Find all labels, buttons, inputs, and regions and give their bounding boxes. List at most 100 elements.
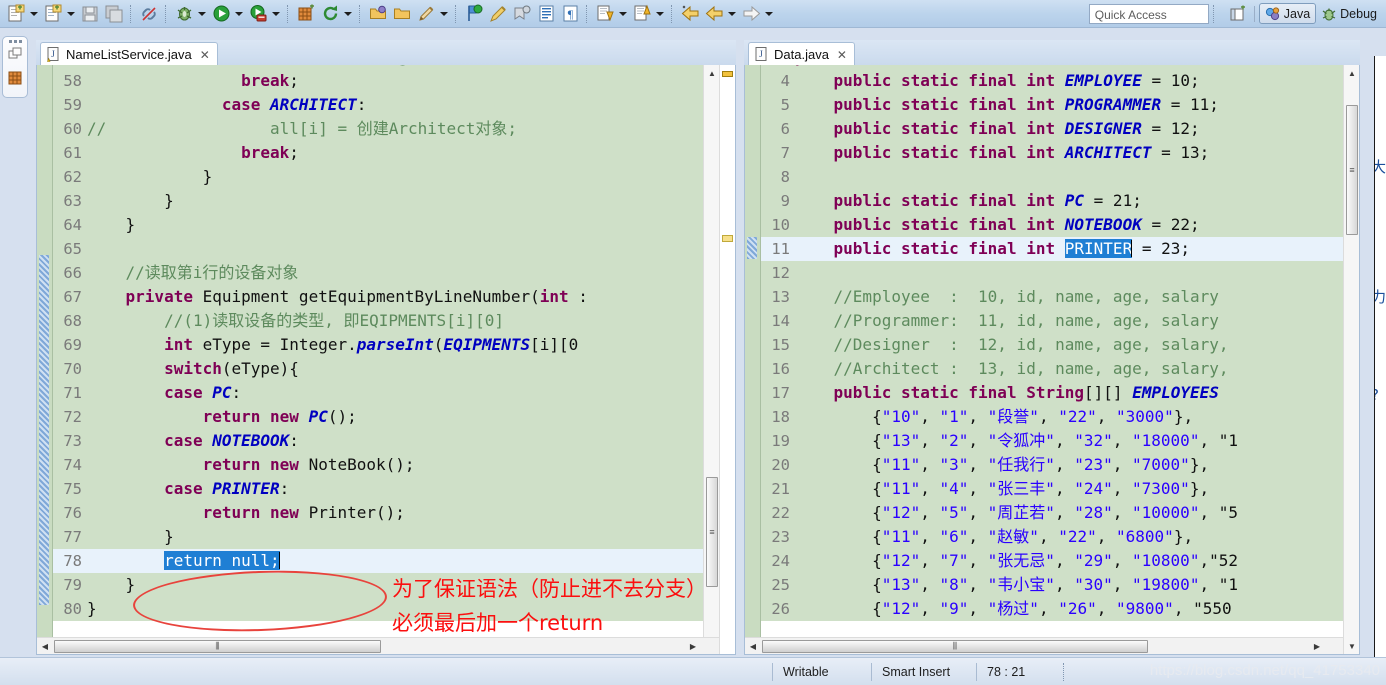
- open-perspective-icon[interactable]: [1227, 3, 1249, 25]
- back-history-icon[interactable]: [679, 3, 701, 25]
- chevron-down-icon[interactable]: [28, 3, 39, 25]
- debug-bug-icon[interactable]: [173, 3, 195, 25]
- back-arrow-icon[interactable]: [703, 3, 725, 25]
- status-cursor-position: 78 : 21: [987, 664, 1026, 679]
- code-text-left[interactable]: // all[i] = 创建Designer对象; break; case AR…: [87, 65, 703, 621]
- quick-access-input[interactable]: Quick Access: [1088, 3, 1209, 24]
- editor-body-right: 3456789101112131415161718192021222324252…: [744, 65, 1360, 655]
- chevron-down-icon[interactable]: [763, 3, 774, 25]
- open-type-icon[interactable]: [367, 3, 389, 25]
- main-toolbar: ¶ Quick Access Java Debug: [0, 0, 1386, 28]
- new-java-package-icon[interactable]: [42, 3, 64, 25]
- svg-text:J: J: [51, 49, 55, 59]
- code-viewport-left[interactable]: 5859606162636465666768697071727374757677…: [37, 65, 735, 654]
- line-numbers-right: 3456789101112131415161718192021222324252…: [761, 65, 806, 621]
- chevron-down-icon[interactable]: [617, 3, 628, 25]
- package-explorer-icon[interactable]: [7, 71, 23, 91]
- scroll-left-arrow-icon[interactable]: ◀: [37, 638, 53, 654]
- run-as-server-icon[interactable]: [247, 3, 269, 25]
- restore-icon[interactable]: [8, 47, 23, 67]
- new-java-class-icon[interactable]: [295, 3, 317, 25]
- tab-label: Data.java: [774, 47, 829, 62]
- search-marker-icon[interactable]: [463, 3, 485, 25]
- scroll-up-arrow-icon[interactable]: ▲: [1344, 65, 1359, 81]
- marker-gutter-right[interactable]: [745, 65, 761, 654]
- chevron-down-icon[interactable]: [342, 3, 353, 25]
- pencil-icon[interactable]: [415, 3, 437, 25]
- chevron-down-icon[interactable]: [438, 3, 449, 25]
- save-all-icon[interactable]: [103, 3, 125, 25]
- toolbar-separator: [1212, 4, 1216, 23]
- right-peek-glyph-2: 力: [1375, 286, 1386, 307]
- chevron-down-icon[interactable]: [270, 3, 281, 25]
- editor-body-left: 5859606162636465666768697071727374757677…: [36, 65, 736, 655]
- show-whitespace-icon[interactable]: [535, 3, 557, 25]
- status-insert-mode: Smart Insert: [882, 664, 951, 679]
- chevron-down-icon[interactable]: [65, 3, 76, 25]
- scroll-left-arrow-icon[interactable]: ◀: [745, 638, 761, 654]
- change-bar: [39, 255, 49, 605]
- right-peek-glyph-3: ?: [1375, 386, 1379, 404]
- open-resource-icon[interactable]: [391, 3, 413, 25]
- chevron-down-icon[interactable]: [233, 3, 244, 25]
- scroll-down-arrow-icon[interactable]: ▼: [1344, 638, 1359, 654]
- perspective-java-label: Java: [1283, 6, 1311, 21]
- previous-annotation-icon[interactable]: [631, 3, 653, 25]
- annotation-text-line2: 必须最后加一个return: [392, 611, 604, 635]
- scroll-up-arrow-icon[interactable]: ▲: [704, 65, 720, 81]
- perspective-debug-button[interactable]: Debug: [1316, 3, 1382, 24]
- marker-gutter-left[interactable]: [37, 65, 53, 654]
- status-bar: Writable Smart Insert 78 : 21 https://bl…: [0, 657, 1386, 685]
- overview-marker-warning[interactable]: [722, 71, 733, 77]
- drag-handle-dots[interactable]: [8, 40, 22, 43]
- hscroll-thumb[interactable]: [54, 640, 381, 653]
- svg-text:J: J: [759, 49, 763, 59]
- status-separator: [1063, 662, 1066, 681]
- toolbar-separator: [455, 4, 458, 23]
- new-wizard-icon[interactable]: [5, 3, 27, 25]
- vertical-scrollbar-left[interactable]: ▲ ▼: [703, 65, 719, 654]
- brush-icon[interactable]: [487, 3, 509, 25]
- bookmark-icon[interactable]: [511, 3, 533, 25]
- java-file-warning-icon: J: [47, 47, 61, 62]
- next-annotation-icon[interactable]: [594, 3, 616, 25]
- scroll-right-arrow-icon[interactable]: ▶: [1309, 638, 1325, 654]
- perspective-debug-label: Debug: [1340, 6, 1377, 21]
- overview-ruler-left[interactable]: [719, 65, 735, 654]
- chevron-down-icon[interactable]: [726, 3, 737, 25]
- watermark-url: https://blog.csdn.net/qq_41753340: [1149, 662, 1380, 679]
- scroll-thumb[interactable]: [706, 477, 718, 587]
- vertical-scrollbar-right[interactable]: ▲ ▼: [1343, 65, 1359, 654]
- toolbar-separator: [586, 4, 589, 23]
- hscroll-thumb[interactable]: [762, 640, 1148, 653]
- run-play-icon[interactable]: [210, 3, 232, 25]
- right-edge-panel[interactable]: 大 力 ?: [1374, 56, 1386, 684]
- code-viewport-right[interactable]: 3456789101112131415161718192021222324252…: [745, 65, 1359, 654]
- java-file-icon: J: [755, 47, 769, 62]
- perspective-java-button[interactable]: Java: [1258, 3, 1317, 24]
- code-text-right[interactable]: public class Data { public static final …: [795, 65, 1343, 621]
- tab-data-java[interactable]: J Data.java ✕: [748, 42, 855, 66]
- close-icon[interactable]: ✕: [837, 48, 847, 62]
- refresh-icon[interactable]: [319, 3, 341, 25]
- horizontal-scrollbar-left[interactable]: ◀ ▶: [37, 637, 719, 654]
- toolbar-separator: [287, 4, 290, 23]
- tab-namelistservice-java[interactable]: J NameListService.java ✕: [40, 42, 218, 66]
- toolbar-separator: [671, 4, 674, 23]
- pilcrow-icon[interactable]: ¶: [559, 3, 581, 25]
- forward-arrow-icon[interactable]: [740, 3, 762, 25]
- editor-pane-right: J Data.java ✕ 34567891011121314151617181…: [744, 40, 1360, 655]
- save-icon[interactable]: [79, 3, 101, 25]
- chevron-down-icon[interactable]: [654, 3, 665, 25]
- java-perspective-icon: [1265, 6, 1279, 20]
- scroll-thumb[interactable]: [1346, 105, 1358, 235]
- workbench-area: J NameListService.java ✕ 58 59 60 61 62 63 64 6…: [0, 28, 1386, 685]
- overview-marker-occurrence[interactable]: [722, 235, 733, 242]
- close-icon[interactable]: ✕: [200, 48, 210, 62]
- perspective-switcher: Java Debug: [1226, 2, 1382, 26]
- chevron-down-icon[interactable]: [196, 3, 207, 25]
- scroll-right-arrow-icon[interactable]: ▶: [685, 638, 701, 654]
- link-break-icon[interactable]: [138, 3, 160, 25]
- horizontal-scrollbar-right[interactable]: ◀ ▶: [745, 637, 1343, 654]
- editor-pane-left: J NameListService.java ✕ 58 59 60 61 62 63 64 6…: [36, 40, 736, 655]
